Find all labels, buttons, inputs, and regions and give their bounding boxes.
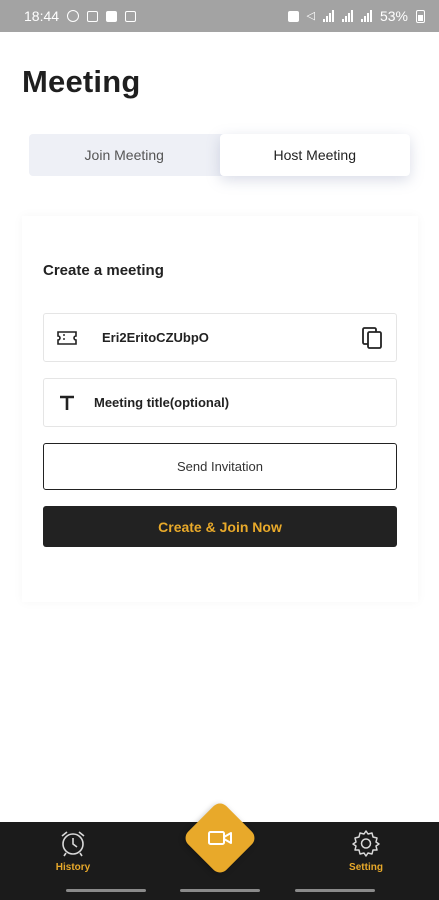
card-title: Create a meeting xyxy=(43,262,164,279)
screen: 18:44 ◁ 53% Meeting Join Meeting Host Me… xyxy=(0,0,439,900)
page-title: Meeting xyxy=(22,64,141,99)
alarm-clock-icon xyxy=(61,831,85,857)
status-left: 18:44 xyxy=(24,8,137,24)
tab-host-meeting[interactable]: Host Meeting xyxy=(219,134,410,176)
gear-icon xyxy=(352,830,380,857)
signal-icon-2 xyxy=(341,10,353,22)
nav-history-label: History xyxy=(55,862,91,873)
gesture-bar-right xyxy=(295,889,375,892)
battery-percent: 53% xyxy=(379,8,408,24)
copy-icon[interactable] xyxy=(360,326,384,350)
gesture-bar-left xyxy=(66,889,146,892)
status-time: 18:44 xyxy=(24,8,60,24)
create-join-button[interactable]: Create & Join Now xyxy=(43,506,397,547)
check-icon xyxy=(87,10,99,22)
signal-icon xyxy=(322,10,334,22)
nav-history[interactable]: History xyxy=(43,828,103,880)
meeting-title-field[interactable]: Meeting title(optional) xyxy=(43,378,397,427)
text-icon xyxy=(56,392,78,414)
status-right: ◁ 53% xyxy=(287,8,425,24)
meeting-code: Eri2EritoCZUbpO xyxy=(102,330,209,345)
status-bar: 18:44 ◁ 53% xyxy=(0,0,439,32)
send-invitation-button[interactable]: Send Invitation xyxy=(43,443,397,490)
signal-icon-3 xyxy=(360,10,372,22)
location-icon xyxy=(67,10,80,22)
nav-setting[interactable]: Setting xyxy=(336,828,396,880)
mute-icon: ◁ xyxy=(306,9,315,22)
meeting-tabs: Join Meeting Host Meeting xyxy=(29,134,410,176)
image-icon xyxy=(125,10,137,22)
gesture-bar-home[interactable] xyxy=(180,889,260,892)
shield-icon xyxy=(106,10,118,22)
nav-setting-label: Setting xyxy=(349,862,383,873)
meeting-code-field[interactable]: Eri2EritoCZUbpO xyxy=(43,313,397,362)
create-meeting-card: Create a meeting Eri2EritoCZUbpO Meeting… xyxy=(22,216,418,602)
meeting-title-placeholder: Meeting title(optional) xyxy=(94,395,230,410)
alarm-icon xyxy=(287,10,299,22)
battery-icon xyxy=(416,9,425,23)
ticket-icon xyxy=(56,327,78,349)
tab-join-meeting[interactable]: Join Meeting xyxy=(29,134,220,176)
